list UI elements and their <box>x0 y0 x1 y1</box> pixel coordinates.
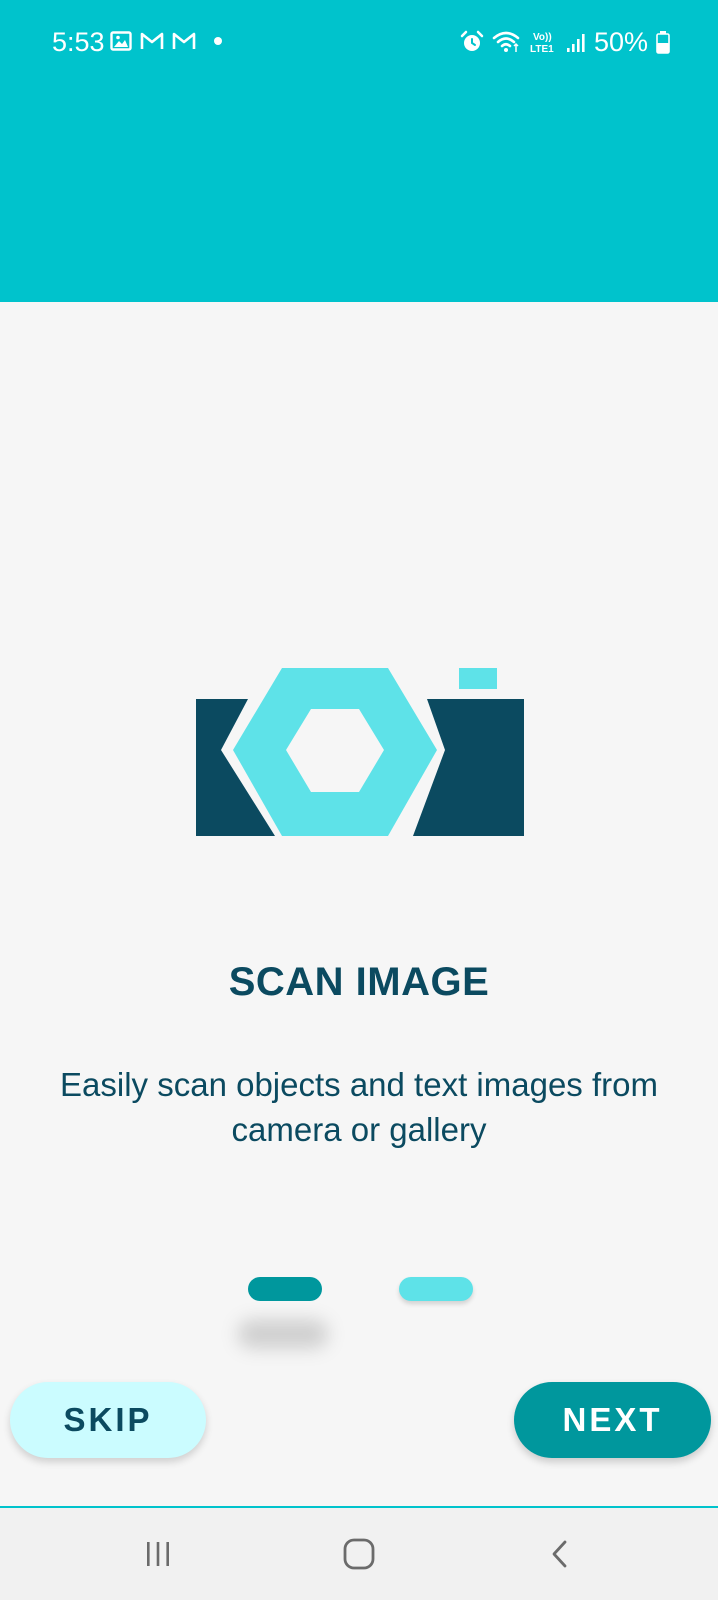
gallery-icon <box>110 30 132 52</box>
recents-icon <box>143 1539 173 1569</box>
alarm-icon <box>460 30 484 54</box>
next-button[interactable]: NEXT <box>514 1382 711 1458</box>
status-time: 5:53 <box>52 27 105 57</box>
system-nav-bar <box>0 1508 718 1600</box>
status-left-icons <box>110 30 226 52</box>
status-bar: 5:53 Vo)) LTE1 50% <box>0 0 718 84</box>
notification-dot-icon <box>204 31 226 51</box>
status-right-icons: Vo)) LTE1 50% <box>460 26 670 58</box>
svg-text:LTE1: LTE1 <box>530 44 554 55</box>
gmail-icon <box>140 31 164 51</box>
volte-lte-icon: Vo)) LTE1 <box>530 29 558 55</box>
battery-icon <box>656 30 670 54</box>
svg-text:Vo)): Vo)) <box>533 32 552 43</box>
pager-shadow <box>238 1320 328 1348</box>
page-title: SCAN IMAGE <box>228 960 490 1004</box>
skip-button[interactable]: SKIP <box>10 1382 206 1458</box>
back-icon <box>545 1539 575 1569</box>
recents-button[interactable] <box>128 1528 188 1580</box>
battery-percentage: 50% <box>593 27 648 57</box>
page-indicator-dot[interactable] <box>399 1277 473 1301</box>
home-button[interactable] <box>329 1528 389 1580</box>
page-description: Easily scan objects and text images from… <box>60 1066 658 1148</box>
gmail-icon <box>172 31 196 51</box>
signal-icon <box>566 31 586 53</box>
back-button[interactable] <box>530 1528 590 1580</box>
home-icon <box>342 1537 376 1571</box>
wifi-icon <box>492 30 522 54</box>
header-banner: 5:53 Vo)) LTE1 50% <box>0 0 718 302</box>
page-indicator-dot-active[interactable] <box>248 1277 322 1301</box>
page-indicator <box>0 1277 718 1301</box>
camera-icon <box>196 664 524 836</box>
